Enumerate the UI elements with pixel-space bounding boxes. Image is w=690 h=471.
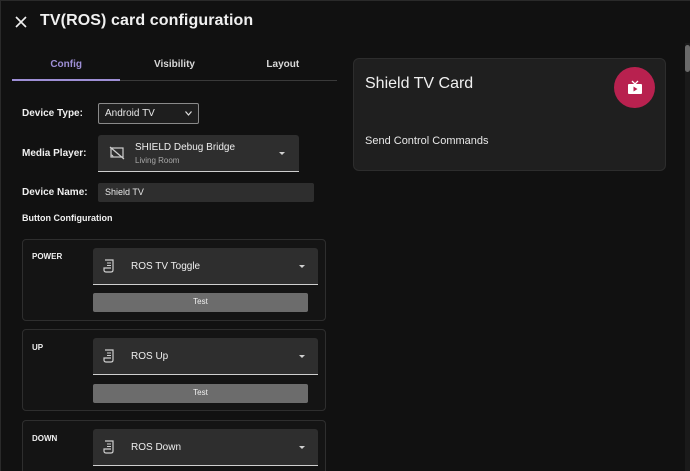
script-picker-power[interactable]: ROS TV Toggle (93, 248, 318, 285)
device-name-label: Device Name: (22, 187, 88, 198)
button-label-power: POWER (32, 252, 63, 261)
button-config-title: Button Configuration (22, 213, 113, 223)
preview-subtitle: Send Control Commands (365, 135, 489, 147)
script-picker-down[interactable]: ROS Down (93, 429, 318, 466)
dropdown-arrow-icon (299, 355, 305, 358)
device-type-label: Device Type: (22, 108, 83, 119)
tab-visibility[interactable]: Visibility (120, 53, 228, 80)
tab-config[interactable]: Config (12, 53, 121, 81)
television-play-icon[interactable] (614, 67, 655, 108)
media-player-picker[interactable]: SHIELD Debug Bridge Living Room (98, 135, 299, 172)
media-player-label: Media Player: (22, 148, 87, 159)
tab-bar: Config Visibility Layout (12, 53, 337, 81)
close-button[interactable] (10, 11, 32, 33)
script-name-down: ROS Down (131, 442, 182, 453)
scrollbar-track[interactable] (685, 43, 690, 471)
device-type-value: Android TV (105, 108, 155, 119)
test-button-power[interactable]: Test (93, 293, 308, 312)
cast-off-icon (108, 144, 126, 162)
card-config-dialog: TV(ROS) card configuration Config Visibi… (0, 0, 690, 471)
dropdown-arrow-icon (299, 446, 305, 449)
preview-title: Shield TV Card (365, 75, 474, 92)
script-name-power: ROS TV Toggle (131, 261, 201, 272)
button-config-card-up: UP ROS Up Test (22, 329, 326, 411)
dialog-header: TV(ROS) card configuration (1, 1, 690, 45)
chevron-down-icon (185, 111, 192, 116)
test-button-up[interactable]: Test (93, 384, 308, 403)
script-name-up: ROS Up (131, 351, 169, 362)
dropdown-arrow-icon (279, 152, 285, 155)
button-label-up: UP (32, 343, 44, 352)
script-icon (101, 348, 117, 364)
dialog-title: TV(ROS) card configuration (40, 12, 254, 29)
button-config-card-down: DOWN ROS Down (22, 420, 326, 471)
tab-layout[interactable]: Layout (229, 53, 337, 80)
device-name-input[interactable]: Shield TV (98, 183, 314, 202)
card-preview: Shield TV Card Send Control Commands (353, 58, 666, 171)
script-icon (101, 258, 117, 274)
device-type-select[interactable]: Android TV (98, 103, 199, 124)
dropdown-arrow-icon (299, 265, 305, 268)
script-icon (101, 439, 117, 455)
button-config-card-power: POWER ROS TV Toggle Test (22, 239, 326, 321)
scrollbar-thumb[interactable] (685, 45, 690, 72)
close-icon (15, 16, 27, 28)
button-label-down: DOWN (32, 434, 58, 443)
script-picker-up[interactable]: ROS Up (93, 338, 318, 375)
media-player-name: SHIELD Debug Bridge (135, 142, 236, 153)
media-player-area: Living Room (135, 156, 180, 165)
